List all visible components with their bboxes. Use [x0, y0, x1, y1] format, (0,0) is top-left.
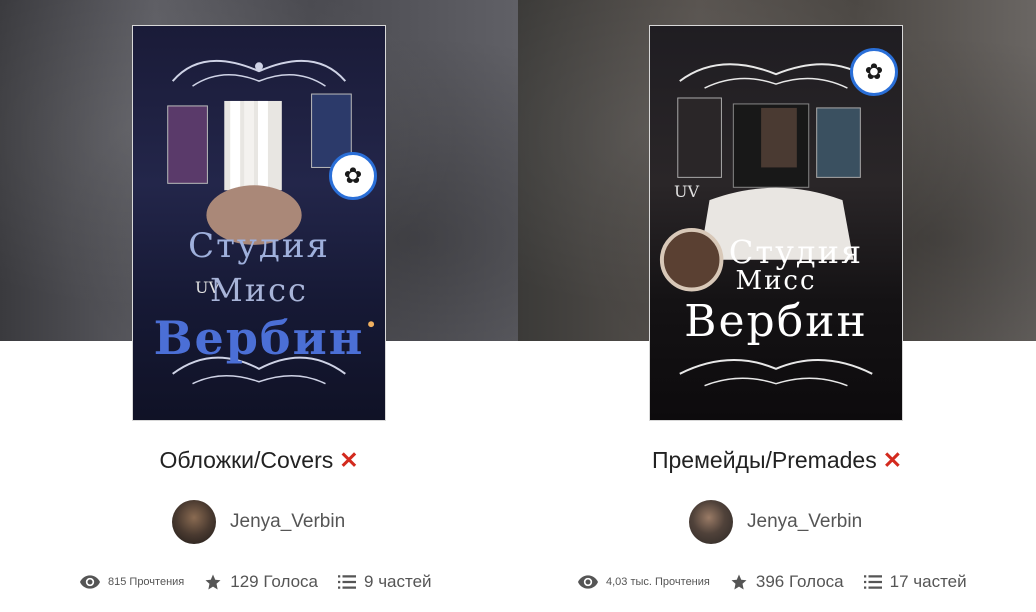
parts-count: 17 частей	[889, 572, 967, 591]
votes-stat: 129 Голоса	[204, 572, 318, 592]
parts-stat: 9 частей	[338, 572, 432, 592]
association-logo-icon: ✿	[850, 48, 898, 96]
association-logo-icon: ✿	[329, 152, 377, 200]
cover-uv-mark: UV	[674, 182, 700, 201]
book-cover[interactable]: ✿ UV Студия Мисс Вербин	[649, 25, 903, 421]
votes-count: 396 Голоса	[755, 572, 844, 591]
cover-title-line1: Студия	[188, 226, 330, 266]
story-title-text[interactable]: Премейды/Premades	[652, 447, 877, 473]
cover-title-line2: Мисс	[210, 271, 308, 309]
cover-title-line3: Вербин	[153, 311, 365, 365]
eye-icon	[80, 575, 100, 589]
author-name[interactable]: Jenya_Verbin	[230, 511, 345, 533]
parts-stat: 17 частей	[863, 572, 967, 592]
parts-count: 9 частей	[364, 572, 432, 591]
author[interactable]: Jenya_Verbin	[689, 500, 862, 544]
cover-title-line2: Мисс	[735, 266, 817, 296]
reads-count: 815 Прочтения	[108, 576, 185, 588]
story-title[interactable]: Премейды/Premades ✕	[518, 447, 1036, 474]
author-name[interactable]: Jenya_Verbin	[747, 511, 862, 533]
cross-mark-icon: ✕	[882, 447, 902, 473]
book-cover[interactable]: ✿ UV Студия Мисс Вербин	[132, 25, 386, 421]
list-icon	[338, 575, 357, 589]
story-card-premades[interactable]: ✿ UV Студия Мисс Вербин Премейды/Premade…	[518, 0, 1036, 612]
star-icon	[731, 574, 747, 590]
votes-stat: 396 Голоса	[730, 572, 844, 592]
reads-count: 4,03 тыс. Прочтения	[606, 576, 710, 588]
reads-stat: 4,03 тыс. Прочтения	[578, 575, 710, 589]
story-stats: 815 Прочтения 129 Голоса 9 частей	[80, 568, 452, 596]
avatar[interactable]	[172, 500, 216, 544]
votes-count: 129 Голоса	[230, 572, 319, 591]
story-title[interactable]: Обложки/Covers ✕	[0, 447, 518, 474]
cover-title-line3: Вербин	[684, 296, 868, 347]
list-icon	[863, 575, 882, 589]
story-stats: 4,03 тыс. Прочтения 396 Голоса 17 частей	[578, 568, 987, 596]
avatar[interactable]	[689, 500, 733, 544]
story-card-covers[interactable]: ✿ UV Студия Мисс Вербин Обложки/Covers ✕ …	[0, 0, 518, 612]
author[interactable]: Jenya_Verbin	[172, 500, 345, 544]
cross-mark-icon: ✕	[339, 447, 359, 473]
story-title-text[interactable]: Обложки/Covers	[159, 447, 333, 473]
star-icon	[205, 574, 221, 590]
reads-stat: 815 Прочтения	[80, 575, 184, 589]
eye-icon	[578, 575, 598, 589]
